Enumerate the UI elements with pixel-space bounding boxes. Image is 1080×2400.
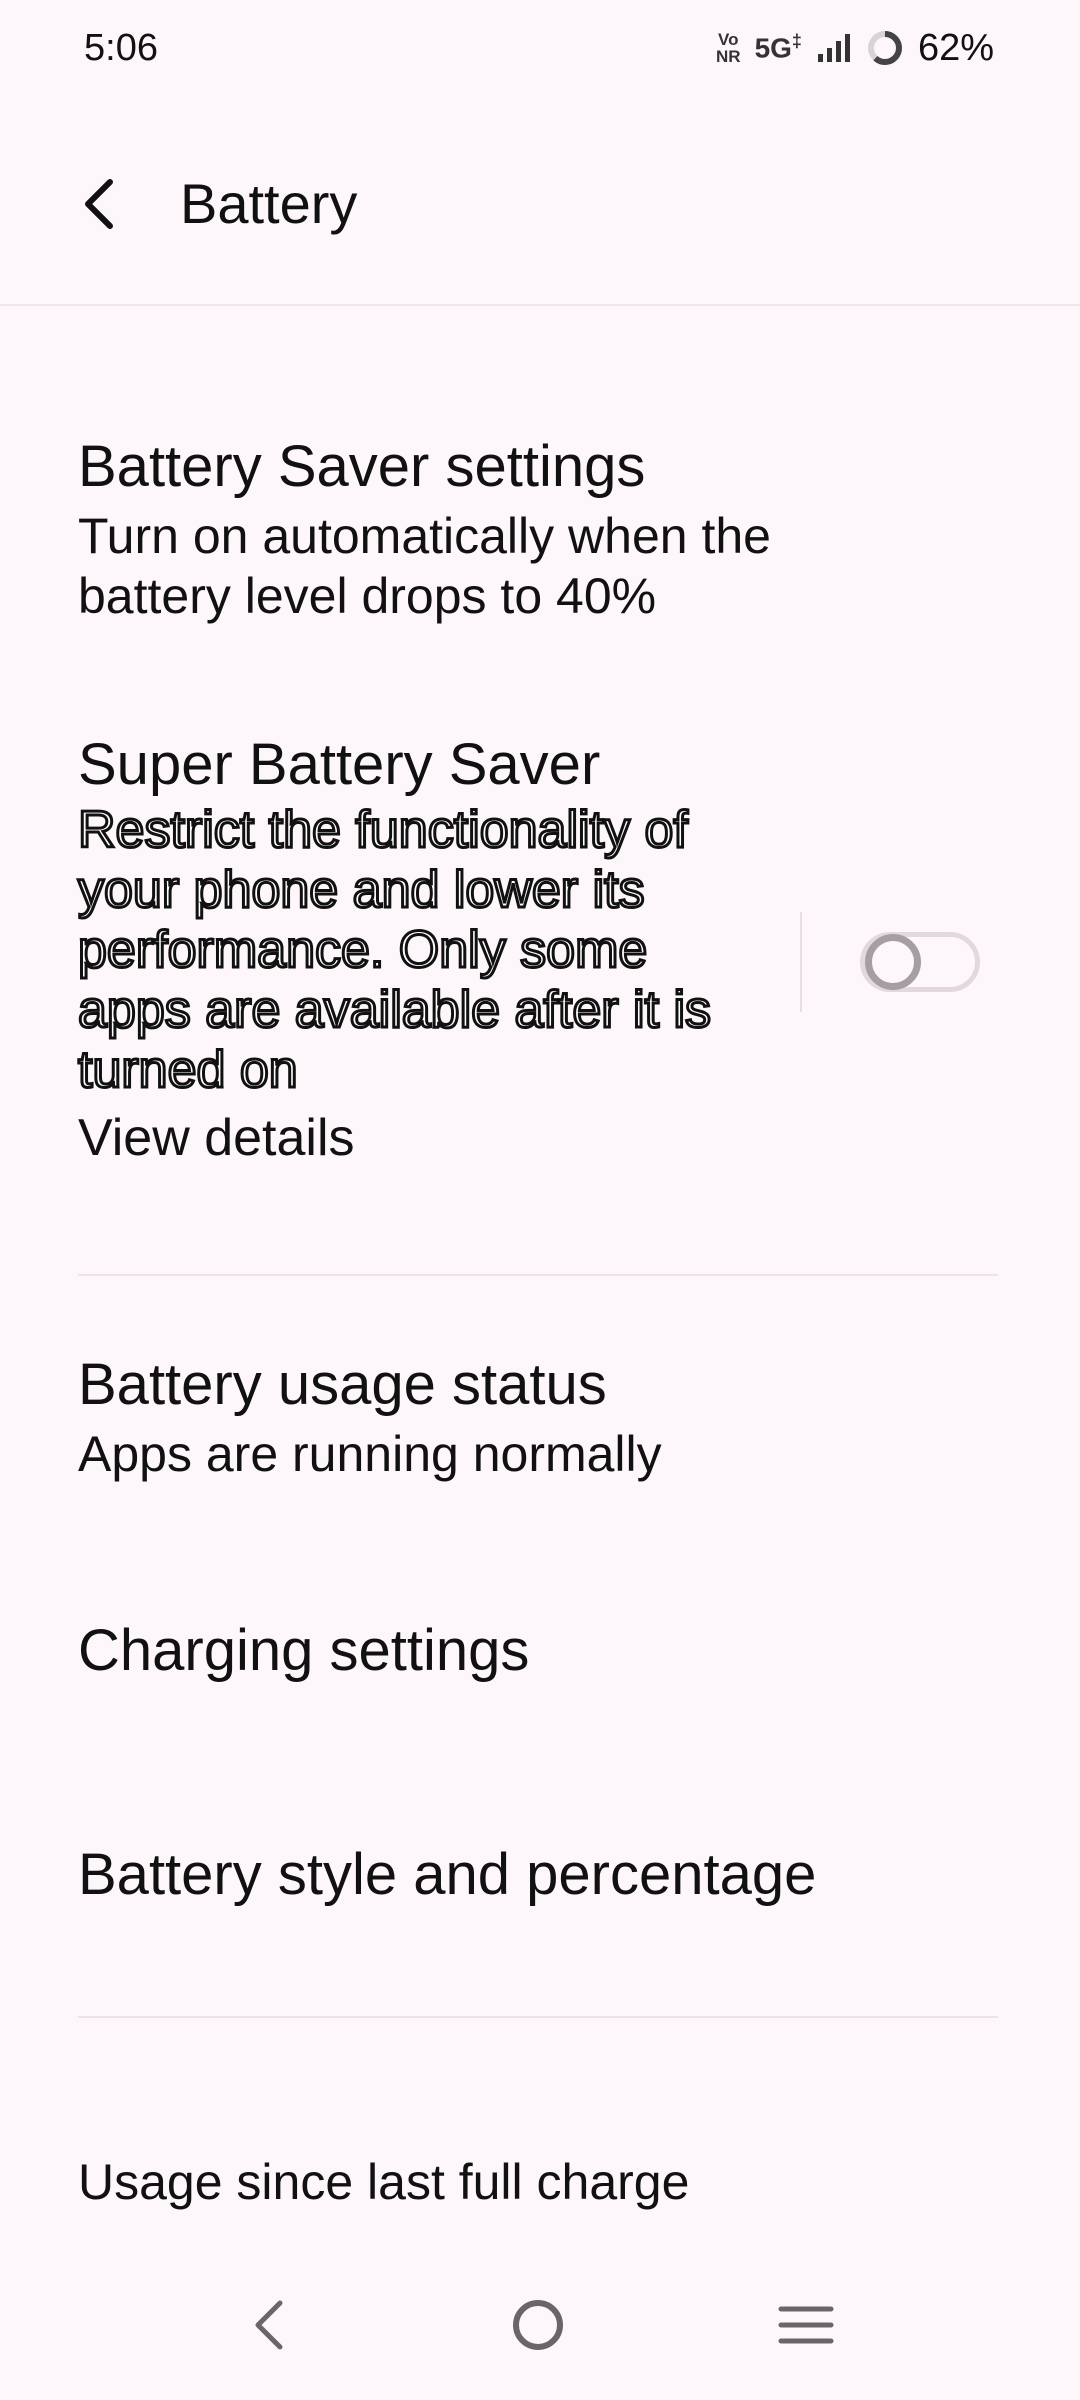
battery-saver-settings-item[interactable]: Battery Saver settings Turn on automatic… bbox=[78, 432, 998, 626]
volte-icon: Vo NR bbox=[716, 31, 741, 65]
app-bar-divider bbox=[0, 304, 1080, 306]
view-details-link[interactable]: View details bbox=[78, 1106, 778, 1170]
volte-top: Vo bbox=[718, 30, 739, 49]
nav-home-icon bbox=[513, 2300, 563, 2350]
item-title: Battery Saver settings bbox=[78, 434, 646, 499]
battery-style-item[interactable]: Battery style and percentage bbox=[78, 1840, 998, 1910]
nav-menu-button[interactable] bbox=[766, 2290, 846, 2360]
section-header: Usage since last full charge bbox=[78, 2154, 690, 2210]
item-subtitle: Turn on automatically when the battery l… bbox=[78, 508, 771, 624]
navigation-bar bbox=[0, 2270, 1080, 2380]
nav-menu-icon bbox=[778, 2306, 834, 2344]
battery-ring-icon bbox=[867, 31, 902, 65]
nav-back-button[interactable] bbox=[230, 2290, 310, 2360]
signal-bars-icon bbox=[817, 34, 850, 62]
chevron-left-icon bbox=[85, 179, 113, 229]
app-bar: Battery bbox=[0, 140, 1080, 270]
usage-since-full-charge-header: Usage since last full charge bbox=[78, 2152, 998, 2212]
network-type: 5G‡ bbox=[755, 31, 802, 64]
super-battery-saver-item[interactable]: Super Battery Saver Restrict the functio… bbox=[77, 730, 778, 1170]
status-icons: Vo NR 5G‡ 62% bbox=[716, 22, 994, 74]
network-label: 5G bbox=[754, 32, 792, 64]
toggle-divider bbox=[800, 912, 802, 1012]
item-subtitle: Apps are running normally bbox=[78, 1426, 662, 1482]
page-title: Battery bbox=[180, 172, 358, 235]
status-time: 5:06 bbox=[84, 27, 158, 69]
charging-settings-item[interactable]: Charging settings bbox=[78, 1616, 998, 1686]
item-title: Charging settings bbox=[78, 1618, 530, 1683]
item-title: Super Battery Saver bbox=[78, 732, 601, 797]
section-divider bbox=[78, 1274, 998, 1276]
item-title: Battery usage status bbox=[78, 1352, 607, 1417]
nav-back-icon bbox=[255, 2300, 283, 2350]
section-divider bbox=[78, 2016, 998, 2018]
item-description: Restrict the functionality of your phone… bbox=[77, 800, 713, 1101]
battery-usage-status-item[interactable]: Battery usage status Apps are running no… bbox=[78, 1350, 998, 1484]
super-battery-saver-toggle[interactable] bbox=[860, 932, 980, 992]
back-button[interactable] bbox=[64, 168, 136, 240]
network-sup: ‡ bbox=[791, 31, 802, 52]
toggle-thumb bbox=[865, 934, 921, 990]
volte-bottom: NR bbox=[716, 47, 741, 66]
status-bar: 5:06 Vo NR 5G‡ 62% bbox=[0, 0, 1080, 96]
nav-home-button[interactable] bbox=[498, 2290, 578, 2360]
battery-percent: 62% bbox=[917, 26, 994, 69]
item-title: Battery style and percentage bbox=[78, 1842, 817, 1907]
